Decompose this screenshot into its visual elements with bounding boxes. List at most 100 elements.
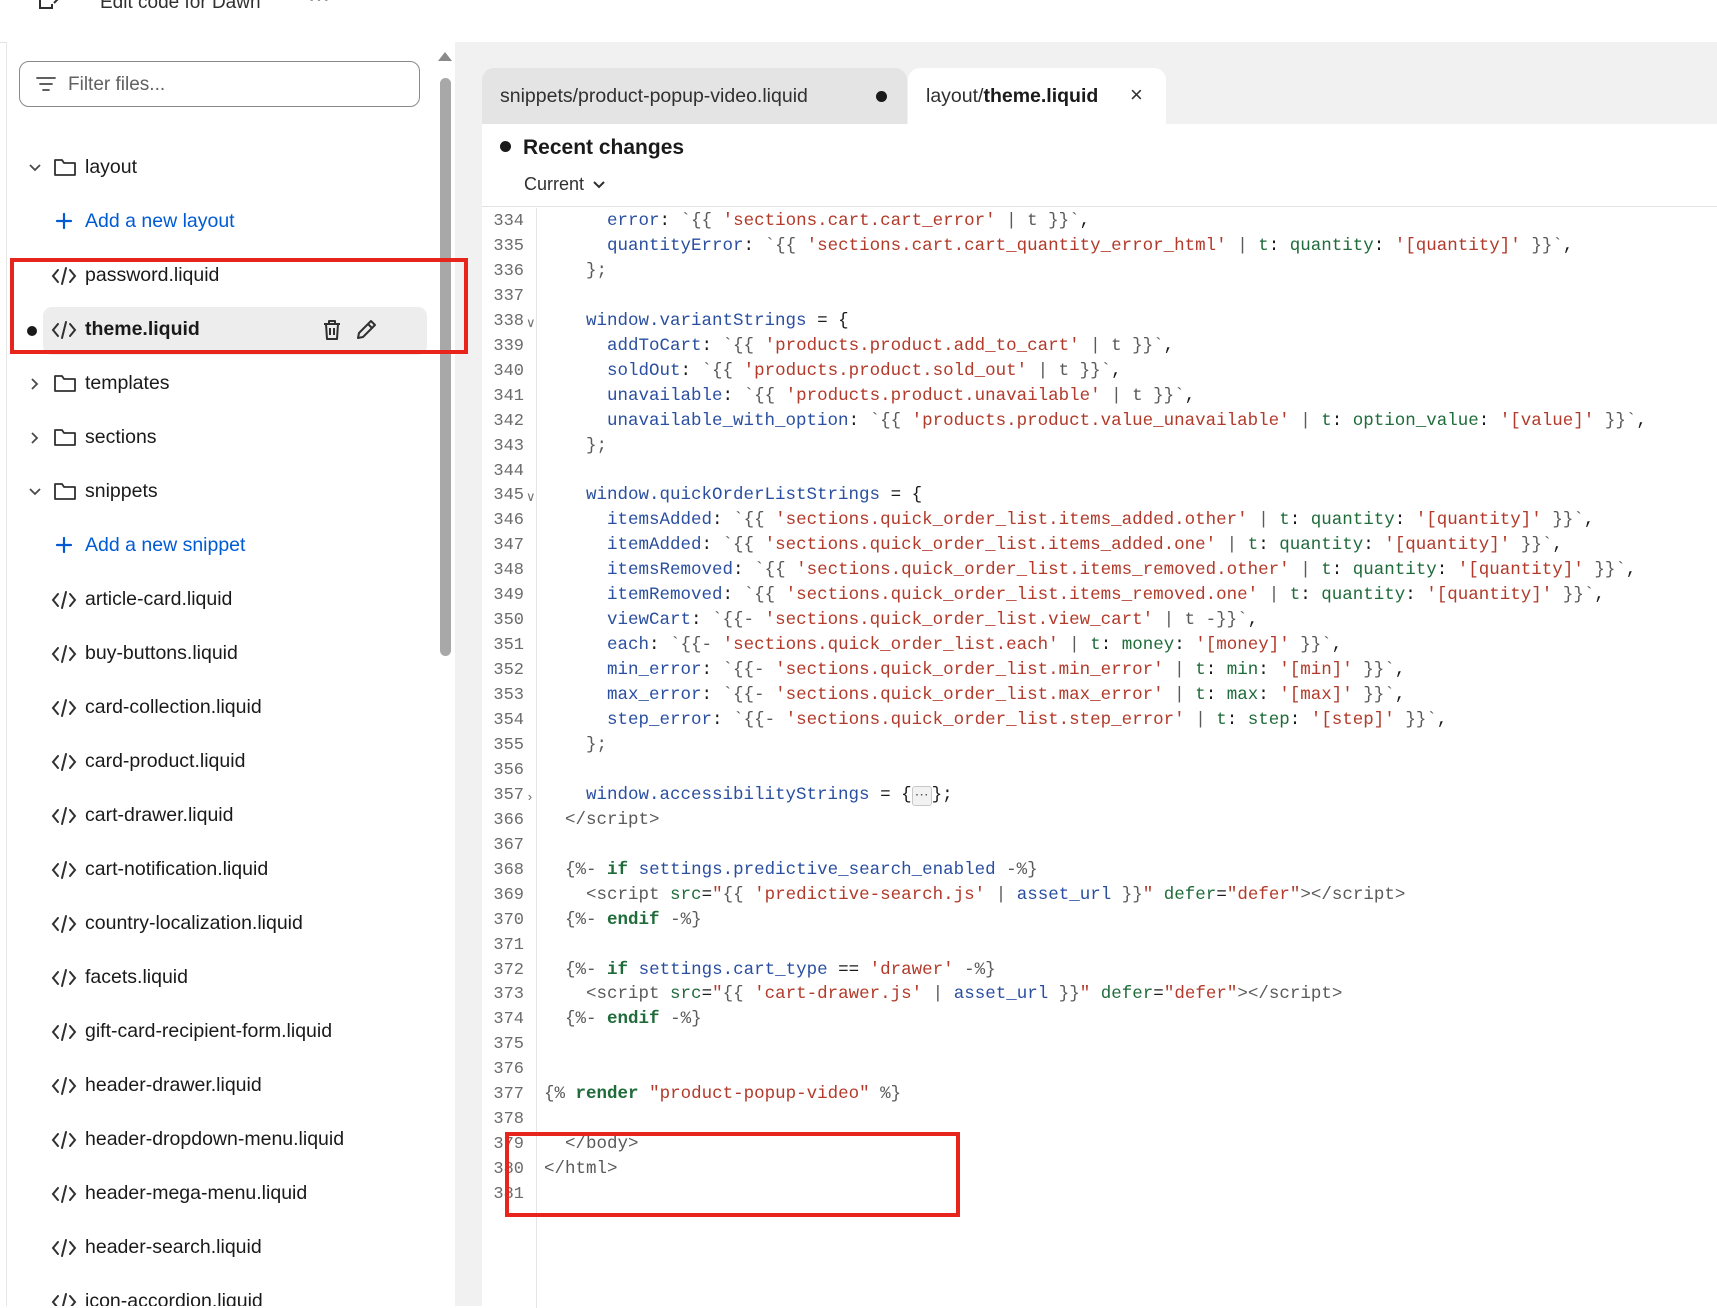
file-facets-liquid[interactable]: facets.liquid: [7, 951, 437, 1005]
file-card-product-liquid[interactable]: card-product.liquid: [7, 735, 437, 789]
tab-product-popup-video[interactable]: snippets/product-popup-video.liquid: [482, 68, 907, 124]
code-line[interactable]: 336 };: [482, 258, 1717, 285]
code-line[interactable]: 378: [482, 1106, 1717, 1133]
code-line[interactable]: 373 <script src="{{ 'cart-drawer.js' | a…: [482, 981, 1717, 1008]
code-file-icon: [51, 915, 77, 933]
line-number: 342: [493, 411, 524, 431]
editor-area: snippets/product-popup-video.liquid layo…: [455, 42, 1717, 1308]
code-line[interactable]: 371: [482, 932, 1717, 959]
code-line[interactable]: 349 itemRemoved: `{{ 'sections.quick_ord…: [482, 582, 1717, 609]
code-text: </script>: [565, 809, 660, 830]
code-line[interactable]: 353 max_error: `{{- 'sections.quick_orde…: [482, 682, 1717, 709]
folder-icon: [54, 375, 76, 392]
exit-icon[interactable]: [34, 0, 62, 14]
line-number: 376: [493, 1060, 524, 1080]
filter-files-input[interactable]: [66, 70, 410, 100]
code-line[interactable]: 355 };: [482, 732, 1717, 759]
sidebar-scrollbar-thumb[interactable]: [440, 78, 451, 656]
file-icon-accordion-liquid[interactable]: icon-accordion.liquid: [7, 1275, 437, 1306]
code-line[interactable]: 347 itemAdded: `{{ 'sections.quick_order…: [482, 532, 1717, 559]
tab-label: snippets/product-popup-video.liquid: [500, 85, 808, 107]
code-line[interactable]: 348 itemsRemoved: `{{ 'sections.quick_or…: [482, 557, 1717, 584]
file-article-card-liquid[interactable]: article-card.liquid: [7, 573, 437, 627]
code-line[interactable]: 345 ∨ window.quickOrderListStrings = {: [482, 482, 1717, 509]
code-line[interactable]: 344: [482, 458, 1717, 485]
code-line[interactable]: 366 </script>: [482, 807, 1717, 834]
filter-files-box[interactable]: [19, 61, 420, 107]
code-line[interactable]: 335 quantityError: `{{ 'sections.cart.ca…: [482, 233, 1717, 260]
code-line[interactable]: 352 min_error: `{{- 'sections.quick_orde…: [482, 657, 1717, 684]
code-line[interactable]: 338 ∨ window.variantStrings = {: [482, 308, 1717, 335]
code-text: {% render "product-popup-video" %}: [544, 1084, 902, 1105]
code-line[interactable]: 340 soldOut: `{{ 'products.product.sold_…: [482, 358, 1717, 385]
code-line[interactable]: 377 {% render "product-popup-video" %}: [482, 1081, 1717, 1108]
line-number: 347: [493, 536, 524, 556]
add-a-new-layout-link[interactable]: Add a new layout: [7, 195, 437, 249]
file-label: card-product.liquid: [85, 750, 246, 772]
folder-sections[interactable]: sections: [7, 411, 437, 465]
file-buy-buttons-liquid[interactable]: buy-buttons.liquid: [7, 627, 437, 681]
recent-changes-title: Recent changes: [500, 136, 684, 160]
folder-snippets[interactable]: snippets: [7, 465, 437, 519]
code-line[interactable]: 369 <script src="{{ 'predictive-search.j…: [482, 882, 1717, 909]
code-line[interactable]: 374 {%- endif -%}: [482, 1006, 1717, 1033]
code-line[interactable]: 351 each: `{{- 'sections.quick_order_lis…: [482, 632, 1717, 659]
scroll-up-arrow[interactable]: [438, 52, 452, 61]
code-line[interactable]: 368 {%- if settings.predictive_search_en…: [482, 857, 1717, 884]
line-number: 338: [493, 311, 524, 331]
code-line[interactable]: 376: [482, 1056, 1717, 1083]
file-card-collection-liquid[interactable]: card-collection.liquid: [7, 681, 437, 735]
code-line[interactable]: 372 {%- if settings.cart_type == 'drawer…: [482, 957, 1717, 984]
code-line[interactable]: 339 addToCart: `{{ 'products.product.add…: [482, 333, 1717, 360]
file-header-drawer-liquid[interactable]: header-drawer.liquid: [7, 1059, 437, 1113]
file-cart-notification-liquid[interactable]: cart-notification.liquid: [7, 843, 437, 897]
file-label: cart-notification.liquid: [85, 858, 269, 880]
code-line[interactable]: 354 step_error: `{{- 'sections.quick_ord…: [482, 707, 1717, 734]
plus-icon: [55, 536, 73, 554]
code-file-icon: [51, 591, 77, 609]
line-number: 339: [493, 336, 524, 356]
code-line[interactable]: 342 unavailable_with_option: `{{ 'produc…: [482, 408, 1717, 435]
code-line[interactable]: 370 {%- endif -%}: [482, 907, 1717, 934]
code-line[interactable]: 346 itemsAdded: `{{ 'sections.quick_orde…: [482, 507, 1717, 534]
code-line[interactable]: 334 error: `{{ 'sections.cart.cart_error…: [482, 208, 1717, 235]
top-bar: Edit code for Dawn ⋯: [0, 0, 1717, 43]
code-line[interactable]: 343 };: [482, 433, 1717, 460]
chevron-down-icon: [29, 488, 41, 496]
line-number: 345: [493, 486, 524, 506]
code-line[interactable]: 356: [482, 757, 1717, 784]
file-country-localization-liquid[interactable]: country-localization.liquid: [7, 897, 437, 951]
version-select[interactable]: Current: [524, 174, 606, 195]
code-line[interactable]: 367: [482, 832, 1717, 859]
line-number: 374: [493, 1010, 524, 1030]
line-number: 354: [493, 711, 524, 730]
tab-label: layout/theme.liquid: [926, 85, 1099, 107]
file-header-dropdown-menu-liquid[interactable]: header-dropdown-menu.liquid: [7, 1113, 437, 1167]
file-cart-drawer-liquid[interactable]: cart-drawer.liquid: [7, 789, 437, 843]
file-header-mega-menu-liquid[interactable]: header-mega-menu.liquid: [7, 1167, 437, 1221]
line-number: 357: [493, 785, 524, 805]
file-header-search-liquid[interactable]: header-search.liquid: [7, 1221, 437, 1275]
code-text: addToCart: `{{ 'products.product.add_to_…: [607, 335, 1175, 356]
page-title: Edit code for Dawn: [100, 0, 261, 13]
code-text: <script src="{{ 'predictive-search.js' |…: [586, 884, 1406, 905]
line-number: 366: [493, 810, 524, 830]
code-line[interactable]: 337: [482, 283, 1717, 310]
line-number: 336: [493, 261, 524, 281]
code-text: step_error: `{{- 'sections.quick_order_l…: [607, 710, 1448, 730]
folder-layout[interactable]: layout: [7, 141, 437, 195]
more-actions-button[interactable]: ⋯: [308, 0, 331, 12]
code-line[interactable]: 375: [482, 1031, 1717, 1058]
file-gift-card-recipient-form-liquid[interactable]: gift-card-recipient-form.liquid: [7, 1005, 437, 1059]
line-number: 352: [493, 661, 524, 681]
close-tab-icon[interactable]: ×: [1130, 82, 1143, 108]
add-a-new-snippet-link[interactable]: Add a new snippet: [7, 519, 437, 573]
code-line[interactable]: 341 unavailable: `{{ 'products.product.u…: [482, 383, 1717, 410]
folder-templates[interactable]: templates: [7, 357, 437, 411]
tab-theme-liquid[interactable]: layout/theme.liquid ×: [908, 68, 1166, 124]
code-file-icon: [51, 807, 77, 825]
code-line[interactable]: 350 viewCart: `{{- 'sections.quick_order…: [482, 607, 1717, 634]
divider: [482, 206, 1717, 207]
code-line[interactable]: 357 › window.accessibilityStrings = {⋯};: [482, 782, 1717, 809]
code-text: itemAdded: `{{ 'sections.quick_order_lis…: [607, 535, 1563, 556]
